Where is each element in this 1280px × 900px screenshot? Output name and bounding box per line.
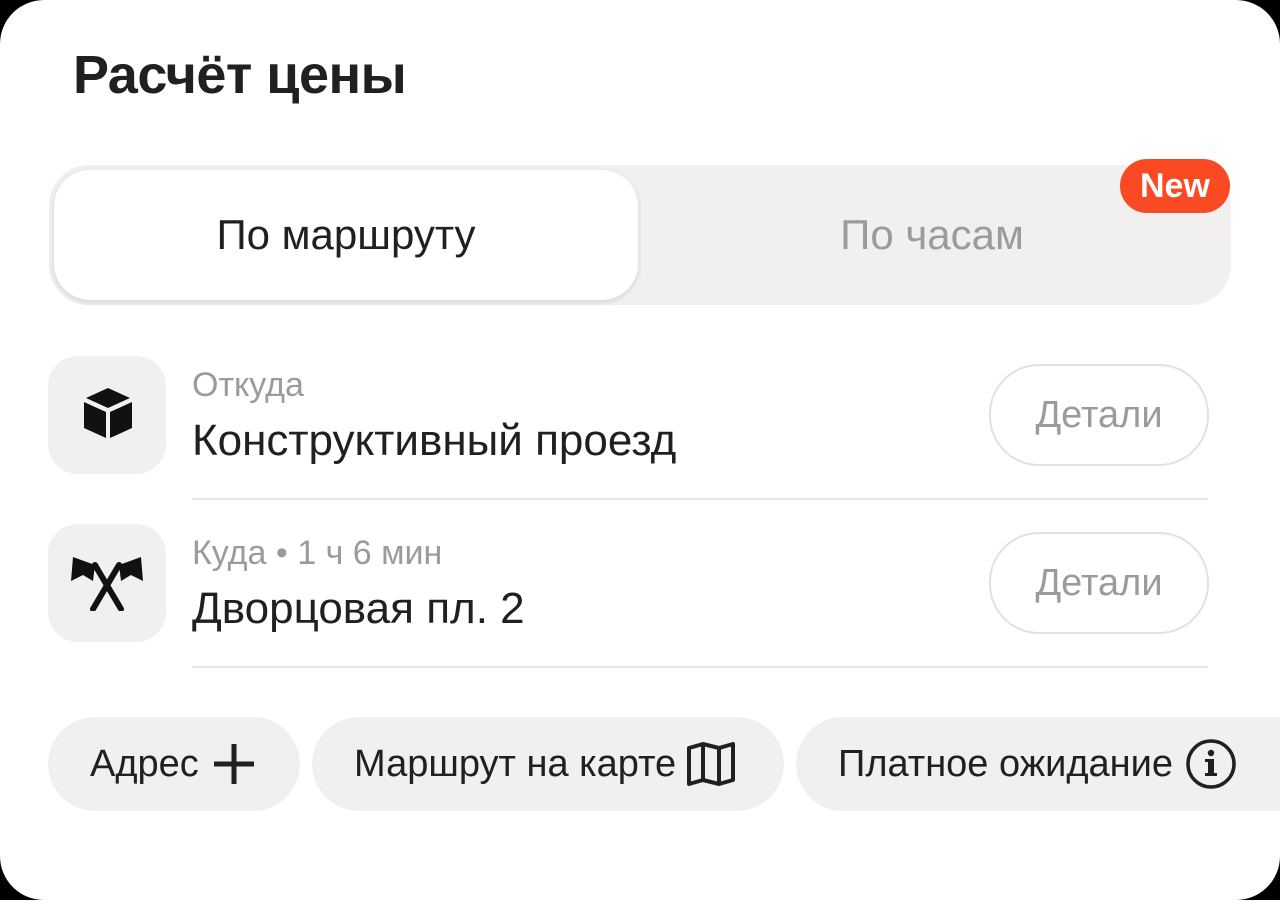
info-icon[interactable] bbox=[1185, 738, 1237, 790]
paid-waiting-label: Платное ожидание bbox=[838, 742, 1174, 785]
from-details-button[interactable]: Детали bbox=[989, 364, 1209, 466]
page-title: Расчёт цены bbox=[73, 45, 407, 105]
divider bbox=[192, 498, 1208, 500]
action-chips: Адрес Маршрут на карте Платное ожидание bbox=[0, 717, 1280, 811]
map-icon bbox=[686, 742, 736, 786]
route-on-map-label: Маршрут на карте bbox=[354, 742, 677, 785]
mode-switch: По маршруту По часам bbox=[49, 165, 1231, 305]
new-badge: New bbox=[1120, 159, 1230, 213]
paid-waiting-chip[interactable]: Платное ожидание bbox=[796, 717, 1280, 811]
add-address-chip[interactable]: Адрес bbox=[48, 717, 300, 811]
from-address: Конструктивный проезд bbox=[192, 416, 677, 465]
to-address: Дворцовая пл. 2 bbox=[192, 584, 525, 633]
tab-by-route[interactable]: По маршруту bbox=[54, 170, 638, 300]
box-icon bbox=[78, 384, 136, 447]
route-to-row[interactable]: Куда • 1 ч 6 мин Дворцовая пл. 2 Детали bbox=[0, 524, 1280, 694]
from-label: Откуда bbox=[192, 366, 304, 404]
from-icon-box bbox=[48, 356, 166, 474]
flags-icon bbox=[69, 551, 145, 616]
to-label: Куда • 1 ч 6 мин bbox=[192, 534, 443, 572]
price-calculation-sheet: Расчёт цены По маршруту По часам New Отк… bbox=[0, 0, 1280, 900]
to-details-button[interactable]: Детали bbox=[989, 532, 1209, 634]
to-icon-box bbox=[48, 524, 166, 642]
divider bbox=[192, 666, 1208, 668]
add-address-label: Адрес bbox=[90, 742, 199, 785]
route-from-row[interactable]: Откуда Конструктивный проезд Детали bbox=[0, 356, 1280, 526]
route-on-map-chip[interactable]: Маршрут на карте bbox=[312, 717, 784, 811]
plus-icon bbox=[211, 741, 257, 787]
